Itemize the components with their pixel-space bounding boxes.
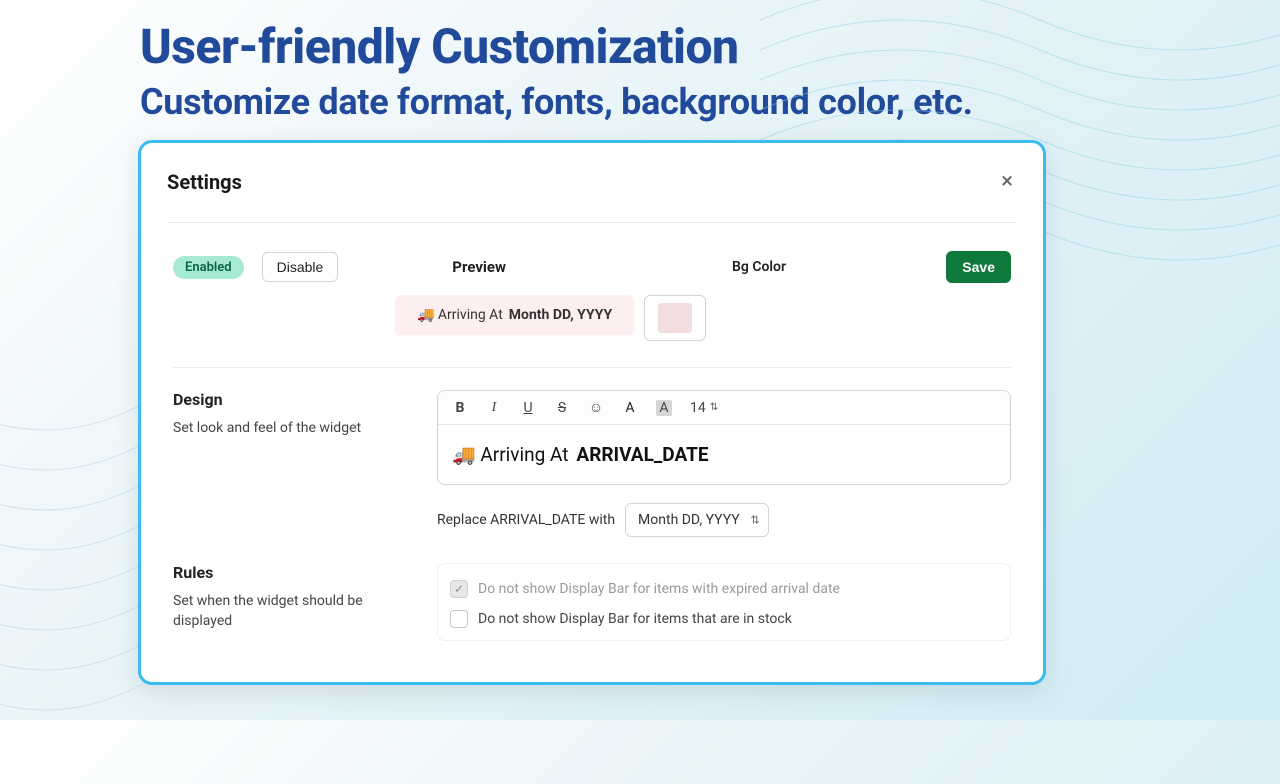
replace-label: Replace ARRIVAL_DATE with: [437, 512, 615, 528]
rules-list: ✓ Do not show Display Bar for items with…: [437, 563, 1011, 641]
disable-button[interactable]: Disable: [262, 252, 339, 282]
bgcolor-swatch: [658, 303, 692, 333]
hero-title: User-friendly Customization: [0, 0, 1280, 75]
strike-icon[interactable]: S: [554, 400, 570, 416]
editor-toolbar: B I U S ☺ A A 14 ⇅: [438, 391, 1010, 425]
checkbox-icon[interactable]: [450, 610, 468, 628]
underline-icon[interactable]: U: [520, 400, 536, 416]
rule-item: ✓ Do not show Display Bar for items with…: [448, 574, 1000, 604]
status-badge: Enabled: [173, 256, 244, 279]
preview-chip: 🚚 Arriving At Month DD, YYYY: [395, 295, 634, 335]
highlight-icon[interactable]: A: [656, 400, 672, 416]
modal-title: Settings: [167, 170, 242, 194]
rule-label: Do not show Display Bar for items with e…: [478, 581, 840, 597]
bold-icon[interactable]: B: [452, 400, 468, 416]
hero-subtitle: Customize date format, fonts, background…: [0, 75, 1280, 123]
textcolor-icon[interactable]: A: [622, 400, 638, 416]
rules-section-title: Rules: [173, 563, 393, 582]
emoji-icon[interactable]: ☺: [588, 399, 604, 416]
rules-section-desc: Set when the widget should be displayed: [173, 592, 393, 631]
close-icon[interactable]: ×: [997, 165, 1017, 198]
divider: [173, 367, 1011, 368]
bgcolor-label: Bg Color: [732, 259, 786, 275]
fontsize-select[interactable]: 14 ⇅: [690, 400, 718, 416]
chevron-updown-icon: ⇅: [710, 402, 718, 413]
editor-prefix: 🚚 Arriving At: [452, 443, 568, 466]
save-button[interactable]: Save: [946, 251, 1011, 283]
settings-modal: Settings × Enabled Disable Preview Bg Co…: [138, 140, 1046, 685]
design-section-desc: Set look and feel of the widget: [173, 419, 393, 439]
editor-content[interactable]: 🚚 Arriving At ARRIVAL_DATE: [438, 425, 1010, 484]
divider: [167, 222, 1017, 223]
fontsize-value: 14: [690, 400, 706, 416]
rich-text-editor: B I U S ☺ A A 14 ⇅ 🚚 Arriving At: [437, 390, 1011, 485]
rule-label: Do not show Display Bar for items that a…: [478, 611, 792, 627]
date-format-select[interactable]: Month DD, YYYY: [625, 503, 769, 537]
preview-label: Preview: [452, 258, 506, 276]
editor-variable: ARRIVAL_DATE: [576, 443, 708, 466]
rule-item[interactable]: Do not show Display Bar for items that a…: [448, 604, 1000, 634]
bgcolor-picker[interactable]: [644, 295, 706, 341]
italic-icon[interactable]: I: [486, 400, 502, 416]
design-section-title: Design: [173, 390, 393, 409]
checkbox-icon: ✓: [450, 580, 468, 598]
preview-text-date: Month DD, YYYY: [509, 307, 612, 323]
preview-text-prefix: 🚚 Arriving At: [417, 307, 503, 323]
